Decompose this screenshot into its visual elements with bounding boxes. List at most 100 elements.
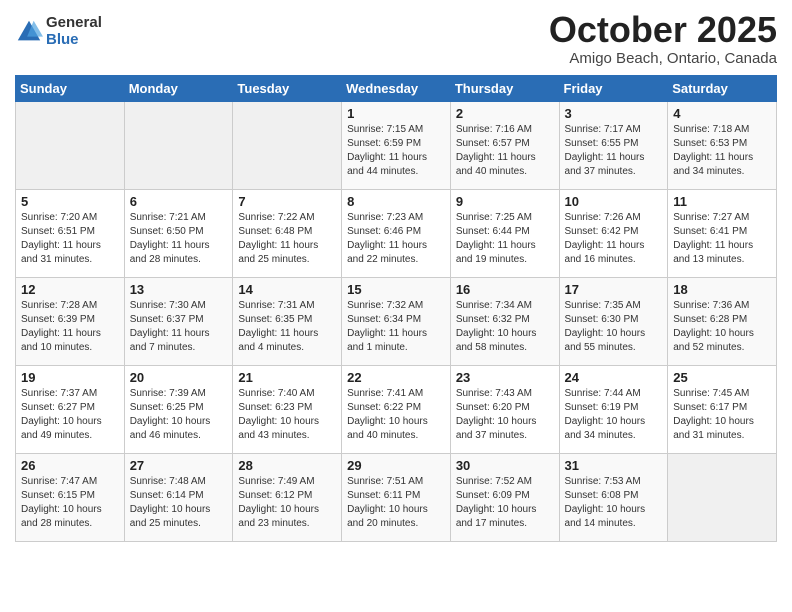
calendar-week-2: 5 Sunrise: 7:20 AM Sunset: 6:51 PM Daylig… [16, 189, 777, 277]
day-info: Sunrise: 7:26 AM Sunset: 6:42 PM Dayligh… [565, 211, 663, 267]
calendar-cell: 1Sunrise: 7:15 AM Sunset: 6:59 PM Daylig… [342, 101, 451, 189]
calendar-cell: 20Sunrise: 7:39 AM Sunset: 6:25 PM Dayli… [124, 365, 233, 453]
calendar-cell: 7 Sunrise: 7:22 AM Sunset: 6:48 PM Daylig… [233, 189, 342, 277]
day-info: Sunrise: 7:21 AM Sunset: 6:50 PM Dayligh… [130, 211, 228, 267]
calendar-cell: 22 Sunrise: 7:41 AM Sunset: 6:22 PM Dayli… [342, 365, 451, 453]
calendar-header-row: SundayMondayTuesdayWednesdayThursdayFrid… [16, 75, 777, 101]
day-info: Sunrise: 7:16 AM Sunset: 6:57 PM Dayligh… [456, 123, 554, 179]
calendar-cell: 3 Sunrise: 7:17 AM Sunset: 6:55 PM Daylig… [559, 101, 668, 189]
calendar-cell: 2 Sunrise: 7:16 AM Sunset: 6:57 PM Daylig… [450, 101, 559, 189]
day-info: Sunrise: 7:34 AM Sunset: 6:32 PM Dayligh… [456, 299, 554, 355]
calendar-cell: 25 Sunrise: 7:45 AM Sunset: 6:17 PM Dayli… [668, 365, 777, 453]
day-number: 24 [565, 370, 663, 385]
calendar-cell [668, 453, 777, 541]
day-info: Sunrise: 7:22 AM Sunset: 6:48 PM Dayligh… [238, 211, 336, 267]
calendar-cell: 19 Sunrise: 7:37 AM Sunset: 6:27 PM Dayli… [16, 365, 125, 453]
calendar-cell [233, 101, 342, 189]
day-info: Sunrise: 7:39 AM Sunset: 6:25 PM Dayligh… [130, 387, 228, 443]
day-number: 19 [21, 370, 119, 385]
calendar-cell: 24 Sunrise: 7:44 AM Sunset: 6:19 PM Dayli… [559, 365, 668, 453]
calendar-cell: 21Sunrise: 7:40 AM Sunset: 6:23 PM Dayli… [233, 365, 342, 453]
day-header-sunday: Sunday [16, 75, 125, 101]
calendar-week-5: 26 Sunrise: 7:47 AM Sunset: 6:15 PM Dayli… [16, 453, 777, 541]
day-info: Sunrise: 7:31 AM Sunset: 6:35 PM Dayligh… [238, 299, 336, 355]
day-number: 5 [21, 194, 119, 209]
day-number: 14 [238, 282, 336, 297]
logo-icon [15, 18, 43, 46]
day-info: Sunrise: 7:48 AM Sunset: 6:14 PM Dayligh… [130, 475, 228, 531]
page: General Blue October 2025 Amigo Beach, O… [0, 0, 792, 612]
location: Amigo Beach, Ontario, Canada [549, 50, 777, 67]
day-header-saturday: Saturday [668, 75, 777, 101]
day-number: 8 [347, 194, 445, 209]
calendar-cell [124, 101, 233, 189]
day-number: 11 [673, 194, 771, 209]
calendar-cell: 16 Sunrise: 7:34 AM Sunset: 6:32 PM Dayli… [450, 277, 559, 365]
day-info: Sunrise: 7:35 AM Sunset: 6:30 PM Dayligh… [565, 299, 663, 355]
calendar-cell: 31Sunrise: 7:53 AM Sunset: 6:08 PM Dayli… [559, 453, 668, 541]
day-number: 3 [565, 106, 663, 121]
day-info: Sunrise: 7:18 AM Sunset: 6:53 PM Dayligh… [673, 123, 771, 179]
calendar-cell: 26 Sunrise: 7:47 AM Sunset: 6:15 PM Dayli… [16, 453, 125, 541]
calendar-cell [16, 101, 125, 189]
day-number: 12 [21, 282, 119, 297]
calendar-week-4: 19 Sunrise: 7:37 AM Sunset: 6:27 PM Dayli… [16, 365, 777, 453]
calendar-week-1: 1Sunrise: 7:15 AM Sunset: 6:59 PM Daylig… [16, 101, 777, 189]
day-number: 7 [238, 194, 336, 209]
calendar-cell: 5 Sunrise: 7:20 AM Sunset: 6:51 PM Daylig… [16, 189, 125, 277]
day-number: 10 [565, 194, 663, 209]
logo-general-text: General [46, 15, 102, 32]
day-header-friday: Friday [559, 75, 668, 101]
day-info: Sunrise: 7:47 AM Sunset: 6:15 PM Dayligh… [21, 475, 119, 531]
day-number: 23 [456, 370, 554, 385]
day-info: Sunrise: 7:51 AM Sunset: 6:11 PM Dayligh… [347, 475, 445, 531]
calendar-cell: 10 Sunrise: 7:26 AM Sunset: 6:42 PM Dayli… [559, 189, 668, 277]
logo-text: General Blue [46, 15, 102, 48]
day-header-monday: Monday [124, 75, 233, 101]
calendar-cell: 27Sunrise: 7:48 AM Sunset: 6:14 PM Dayli… [124, 453, 233, 541]
day-info: Sunrise: 7:41 AM Sunset: 6:22 PM Dayligh… [347, 387, 445, 443]
day-number: 1 [347, 106, 445, 121]
calendar-cell: 9 Sunrise: 7:25 AM Sunset: 6:44 PM Daylig… [450, 189, 559, 277]
day-info: Sunrise: 7:49 AM Sunset: 6:12 PM Dayligh… [238, 475, 336, 531]
day-info: Sunrise: 7:32 AM Sunset: 6:34 PM Dayligh… [347, 299, 445, 355]
day-number: 4 [673, 106, 771, 121]
day-info: Sunrise: 7:52 AM Sunset: 6:09 PM Dayligh… [456, 475, 554, 531]
day-info: Sunrise: 7:36 AM Sunset: 6:28 PM Dayligh… [673, 299, 771, 355]
day-number: 29 [347, 458, 445, 473]
day-info: Sunrise: 7:37 AM Sunset: 6:27 PM Dayligh… [21, 387, 119, 443]
day-header-tuesday: Tuesday [233, 75, 342, 101]
day-number: 26 [21, 458, 119, 473]
day-number: 22 [347, 370, 445, 385]
day-number: 17 [565, 282, 663, 297]
calendar-cell: 6 Sunrise: 7:21 AM Sunset: 6:50 PM Daylig… [124, 189, 233, 277]
day-number: 16 [456, 282, 554, 297]
day-number: 6 [130, 194, 228, 209]
day-info: Sunrise: 7:20 AM Sunset: 6:51 PM Dayligh… [21, 211, 119, 267]
day-info: Sunrise: 7:23 AM Sunset: 6:46 PM Dayligh… [347, 211, 445, 267]
day-number: 25 [673, 370, 771, 385]
day-number: 2 [456, 106, 554, 121]
calendar-cell: 28 Sunrise: 7:49 AM Sunset: 6:12 PM Dayli… [233, 453, 342, 541]
day-number: 28 [238, 458, 336, 473]
title-block: October 2025 Amigo Beach, Ontario, Canad… [549, 10, 777, 67]
day-info: Sunrise: 7:44 AM Sunset: 6:19 PM Dayligh… [565, 387, 663, 443]
calendar-table: SundayMondayTuesdayWednesdayThursdayFrid… [15, 75, 777, 542]
calendar-cell: 15 Sunrise: 7:32 AM Sunset: 6:34 PM Dayli… [342, 277, 451, 365]
calendar-cell: 17 Sunrise: 7:35 AM Sunset: 6:30 PM Dayli… [559, 277, 668, 365]
day-number: 21 [238, 370, 336, 385]
day-info: Sunrise: 7:53 AM Sunset: 6:08 PM Dayligh… [565, 475, 663, 531]
calendar-cell: 23Sunrise: 7:43 AM Sunset: 6:20 PM Dayli… [450, 365, 559, 453]
calendar-cell: 8 Sunrise: 7:23 AM Sunset: 6:46 PM Daylig… [342, 189, 451, 277]
day-info: Sunrise: 7:45 AM Sunset: 6:17 PM Dayligh… [673, 387, 771, 443]
month-title: October 2025 [549, 10, 777, 50]
day-number: 13 [130, 282, 228, 297]
day-number: 9 [456, 194, 554, 209]
day-info: Sunrise: 7:30 AM Sunset: 6:37 PM Dayligh… [130, 299, 228, 355]
calendar-cell: 29 Sunrise: 7:51 AM Sunset: 6:11 PM Dayli… [342, 453, 451, 541]
day-info: Sunrise: 7:17 AM Sunset: 6:55 PM Dayligh… [565, 123, 663, 179]
day-info: Sunrise: 7:25 AM Sunset: 6:44 PM Dayligh… [456, 211, 554, 267]
day-number: 15 [347, 282, 445, 297]
calendar-cell: 13 Sunrise: 7:30 AM Sunset: 6:37 PM Dayli… [124, 277, 233, 365]
day-info: Sunrise: 7:28 AM Sunset: 6:39 PM Dayligh… [21, 299, 119, 355]
